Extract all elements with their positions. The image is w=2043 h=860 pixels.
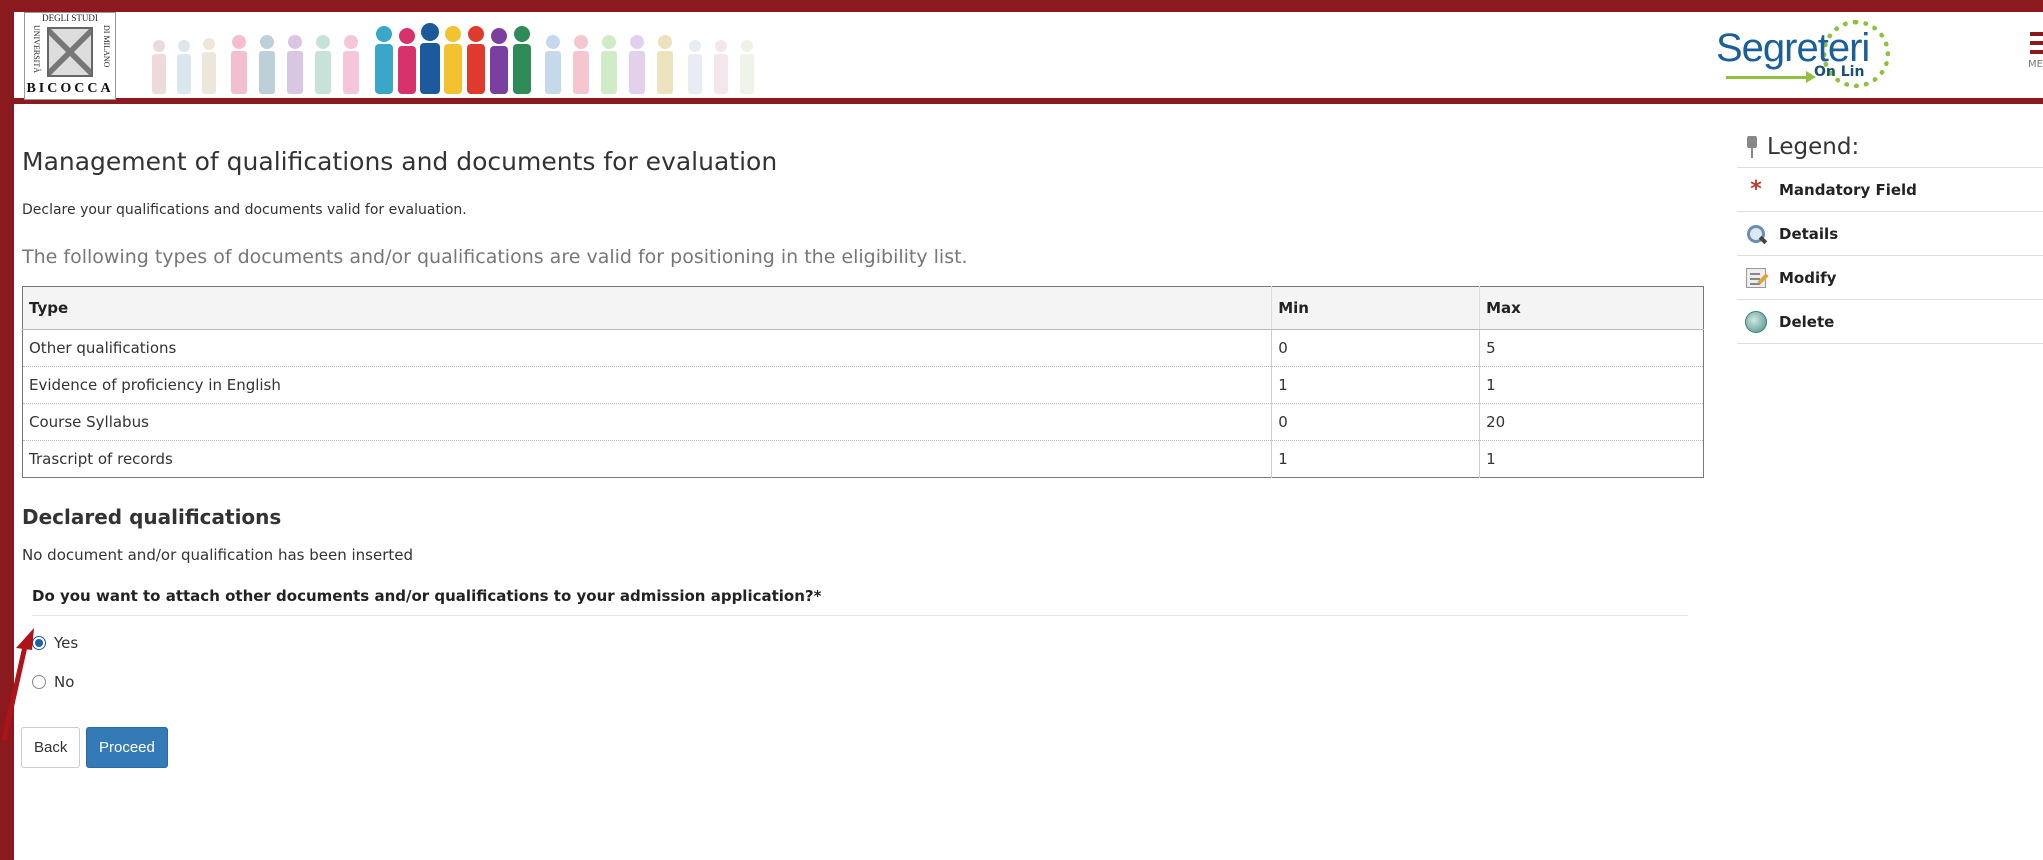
legend-item-label: Delete bbox=[1779, 312, 1835, 331]
hamburger-icon-bar bbox=[2030, 41, 2043, 45]
logo-emblem-icon bbox=[47, 27, 93, 77]
declared-empty-message: No document and/or qualification has bee… bbox=[22, 546, 413, 564]
cell-type: Evidence of proficiency in English bbox=[22, 366, 1272, 404]
legend-item-mandatory: * Mandatory Field bbox=[1737, 168, 2043, 212]
legend-title-text: Legend: bbox=[1767, 133, 1860, 160]
cell-min: 1 bbox=[1271, 366, 1480, 404]
legend-item-modify: Modify bbox=[1737, 256, 2043, 300]
option-no-label: No bbox=[54, 673, 75, 691]
legend-item-details: Details bbox=[1737, 212, 2043, 256]
hamburger-icon bbox=[2030, 32, 2043, 36]
edit-icon bbox=[1745, 267, 1767, 289]
table-row: Other qualifications 0 5 bbox=[22, 329, 1704, 367]
cell-type: Course Syllabus bbox=[22, 403, 1272, 441]
cell-type: Trascript of records bbox=[22, 440, 1272, 478]
cell-max: 5 bbox=[1479, 329, 1704, 367]
people-silhouettes-icon bbox=[152, 23, 754, 94]
menu-button[interactable]: MEN bbox=[2014, 32, 2043, 92]
legend-item-label: Details bbox=[1779, 224, 1839, 243]
logo-bottom-text: BICOCCA bbox=[26, 81, 114, 96]
brand-arrow-icon bbox=[1726, 71, 1816, 83]
trash-icon bbox=[1745, 310, 1767, 333]
cell-max: 1 bbox=[1479, 366, 1704, 404]
attach-documents-question: Do you want to attach other documents an… bbox=[32, 587, 1688, 616]
brand-sub-text: On Lin bbox=[1814, 64, 1865, 80]
logo-left-text: UNIVERSITÀ bbox=[32, 25, 41, 73]
column-header-min: Min bbox=[1271, 286, 1480, 330]
legend-title: Legend: bbox=[1737, 126, 2043, 168]
logo-right-text: DI MILANO bbox=[102, 25, 111, 68]
table-row: Evidence of proficiency in English 1 1 bbox=[22, 366, 1704, 404]
cell-max: 1 bbox=[1479, 440, 1704, 478]
cell-type: Other qualifications bbox=[22, 329, 1272, 367]
legend-item-label: Modify bbox=[1779, 268, 1837, 287]
asterisk-icon: * bbox=[1750, 176, 1762, 202]
legend-item-delete: Delete bbox=[1737, 300, 2043, 344]
pushpin-icon bbox=[1745, 135, 1759, 158]
table-header-row: Type Min Max bbox=[22, 286, 1704, 330]
option-yes-label: Yes bbox=[54, 634, 79, 652]
cell-max: 20 bbox=[1479, 403, 1704, 441]
hamburger-icon-bar bbox=[2030, 50, 2043, 54]
magnifier-icon bbox=[1745, 223, 1767, 245]
declared-qualifications-title: Declared qualifications bbox=[22, 505, 282, 529]
table-row: Trascript of records 1 1 bbox=[22, 440, 1704, 478]
page-title: Management of qualifications and documen… bbox=[22, 147, 778, 176]
segreterie-online-logo[interactable]: Segreteri On Lin bbox=[1704, 12, 1894, 100]
annotation-arrow-icon bbox=[1, 628, 34, 740]
logo-top-text: DEGLI STUDI bbox=[42, 13, 98, 23]
qualification-types-table: Type Min Max Other qualifications 0 5 Ev… bbox=[22, 286, 1704, 478]
types-intro: The following types of documents and/or … bbox=[22, 246, 968, 268]
cell-min: 0 bbox=[1271, 403, 1480, 441]
column-header-max: Max bbox=[1479, 286, 1704, 330]
legend-panel: Legend: * Mandatory Field Details Modify… bbox=[1737, 126, 2043, 344]
page-description: Declare your qualifications and document… bbox=[22, 202, 467, 218]
university-logo[interactable]: DEGLI STUDI UNIVERSITÀ DI MILANO BICOCCA bbox=[24, 12, 116, 100]
cell-min: 1 bbox=[1271, 440, 1480, 478]
cell-min: 0 bbox=[1271, 329, 1480, 367]
proceed-button[interactable]: Proceed bbox=[86, 727, 168, 768]
legend-item-label: Mandatory Field bbox=[1779, 180, 1917, 199]
table-row: Course Syllabus 0 20 bbox=[22, 403, 1704, 441]
header-banner-people-illustration bbox=[139, 16, 819, 100]
site-header: DEGLI STUDI UNIVERSITÀ DI MILANO BICOCCA bbox=[14, 12, 2043, 104]
menu-label: MEN bbox=[2028, 59, 2043, 70]
column-header-type: Type bbox=[22, 286, 1272, 330]
